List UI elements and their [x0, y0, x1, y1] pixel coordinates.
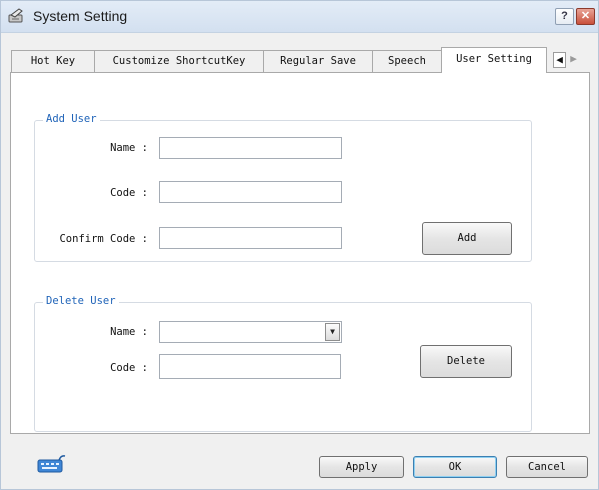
add-code-label: Code : [110, 187, 148, 199]
add-name-label: Name : [110, 142, 148, 154]
apply-button[interactable]: Apply [319, 456, 404, 478]
delete-name-combo[interactable]: ▼ [159, 321, 342, 343]
ok-button[interactable]: OK [413, 456, 497, 478]
delete-user-legend: Delete User [43, 295, 119, 307]
user-setting-panel: Add User Name : Code : Confirm Code : Ad… [10, 72, 590, 434]
keyboard-icon[interactable] [37, 454, 67, 474]
system-setting-dialog: System Setting ? ✕ Hot Key Customize Sho… [0, 0, 599, 490]
settings-tools-icon [8, 8, 23, 23]
tab-scroll-left-icon[interactable]: ◀ [553, 52, 566, 68]
tab-customize-shortcutkey[interactable]: Customize ShortcutKey [94, 50, 264, 72]
tab-hot-key[interactable]: Hot Key [11, 50, 95, 72]
add-name-input[interactable] [159, 137, 342, 159]
help-button[interactable]: ? [555, 8, 574, 25]
tab-scroll-right-icon[interactable]: ▶ [568, 52, 579, 66]
confirm-code-input[interactable] [159, 227, 342, 249]
chevron-down-icon[interactable]: ▼ [325, 323, 340, 341]
add-code-input[interactable] [159, 181, 342, 203]
tab-speech[interactable]: Speech [372, 50, 442, 72]
close-button[interactable]: ✕ [576, 8, 595, 25]
add-user-legend: Add User [43, 113, 100, 125]
delete-code-label: Code : [110, 362, 148, 374]
delete-name-label: Name : [110, 326, 148, 338]
title-bar[interactable]: System Setting ? ✕ [1, 1, 598, 33]
confirm-code-label: Confirm Code : [59, 233, 148, 245]
delete-code-input[interactable] [159, 354, 341, 379]
tab-user-setting[interactable]: User Setting [441, 47, 547, 73]
window-title: System Setting [33, 8, 128, 24]
tab-regular-save[interactable]: Regular Save [263, 50, 373, 72]
add-button[interactable]: Add [422, 222, 512, 255]
delete-button[interactable]: Delete [420, 345, 512, 378]
cancel-button[interactable]: Cancel [506, 456, 588, 478]
